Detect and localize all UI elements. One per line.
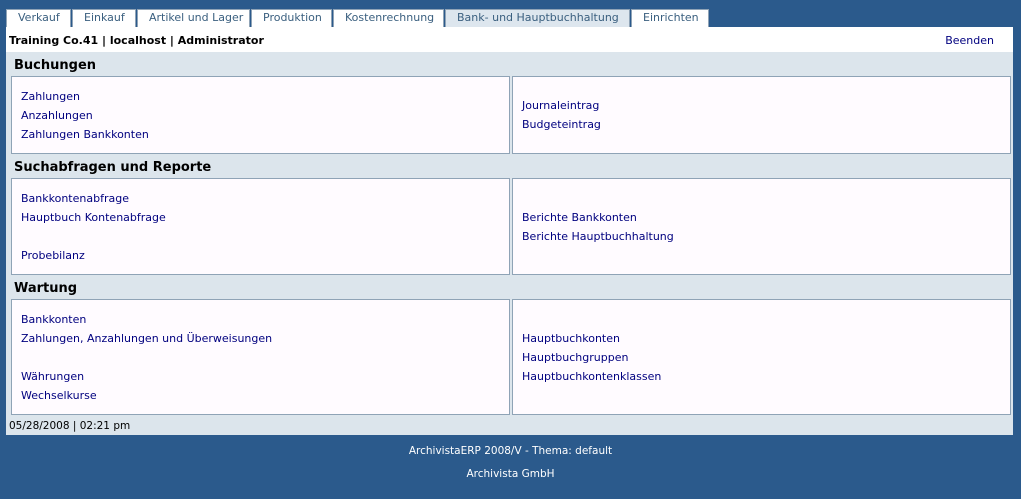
datetime-status: 05/28/2008 | 02:21 pm (9, 420, 131, 432)
link-hauptbuchkontenklassen[interactable]: Hauptbuchkontenklassen (522, 370, 661, 383)
link-anzahlungen[interactable]: Anzahlungen (21, 109, 93, 122)
link-zahlungen-bankkonten[interactable]: Zahlungen Bankkonten (21, 128, 149, 141)
link-budgeteintrag[interactable]: Budgeteintrag (522, 118, 601, 131)
link-hauptbuch-kontenabfrage[interactable]: Hauptbuch Kontenabfrage (21, 211, 166, 224)
link-berichte-bankkonten[interactable]: Berichte Bankkonten (522, 211, 637, 224)
footer-company: Archivista GmbH (466, 468, 555, 480)
user-bar: Training Co.41 | localhost | Administrat… (6, 27, 1013, 52)
panel-buchungen-right: Journaleintrag Budgeteintrag (512, 76, 1011, 154)
module-tabs: Verkauf Einkauf Artikel und Lager Produk… (6, 9, 710, 27)
link-hauptbuchkonten[interactable]: Hauptbuchkonten (522, 332, 620, 345)
panel-suchabfragen-left: Bankkontenabfrage Hauptbuch Kontenabfrag… (11, 178, 510, 275)
link-bankkonten[interactable]: Bankkonten (21, 313, 86, 326)
main-content: Training Co.41 | localhost | Administrat… (6, 27, 1013, 435)
link-probebilanz[interactable]: Probebilanz (21, 249, 85, 262)
tab-produktion[interactable]: Produktion (251, 9, 332, 27)
link-bankkontenabfrage[interactable]: Bankkontenabfrage (21, 192, 129, 205)
section-title-buchungen: Buchungen (14, 58, 97, 73)
link-berichte-hauptbuchhaltung[interactable]: Berichte Hauptbuchhaltung (522, 230, 674, 243)
link-wechselkurse[interactable]: Wechselkurse (21, 389, 97, 402)
tab-bank-und-hauptbuchhaltung[interactable]: Bank- und Hauptbuchhaltung (445, 9, 630, 27)
panel-buchungen-left: Zahlungen Anzahlungen Zahlungen Bankkont… (11, 76, 510, 154)
logout-link[interactable]: Beenden (945, 34, 994, 47)
tab-verkauf[interactable]: Verkauf (6, 9, 71, 27)
tab-kostenrechnung[interactable]: Kostenrechnung (333, 9, 444, 27)
link-waehrungen[interactable]: Währungen (21, 370, 84, 383)
tab-artikel-und-lager[interactable]: Artikel und Lager (137, 9, 250, 27)
panel-wartung-right: Hauptbuchkonten Hauptbuchgruppen Hauptbu… (512, 299, 1011, 415)
link-hauptbuchgruppen[interactable]: Hauptbuchgruppen (522, 351, 628, 364)
section-title-suchabfragen: Suchabfragen und Reporte (14, 160, 212, 175)
panel-suchabfragen-right: Berichte Bankkonten Berichte Hauptbuchha… (512, 178, 1011, 275)
footer-version: ArchivistaERP 2008/V - Thema: default (408, 445, 613, 457)
section-title-wartung: Wartung (14, 281, 78, 296)
tab-einkauf[interactable]: Einkauf (72, 9, 136, 27)
panel-wartung-left: Bankkonten Zahlungen, Anzahlungen und Üb… (11, 299, 510, 415)
link-zahlungen[interactable]: Zahlungen (21, 90, 80, 103)
link-zahlungen-anzahlungen-ueberweisungen[interactable]: Zahlungen, Anzahlungen und Überweisungen (21, 332, 272, 345)
tab-einrichten[interactable]: Einrichten (631, 9, 709, 27)
link-journaleintrag[interactable]: Journaleintrag (522, 99, 599, 112)
user-info: Training Co.41 | localhost | Administrat… (9, 34, 264, 47)
